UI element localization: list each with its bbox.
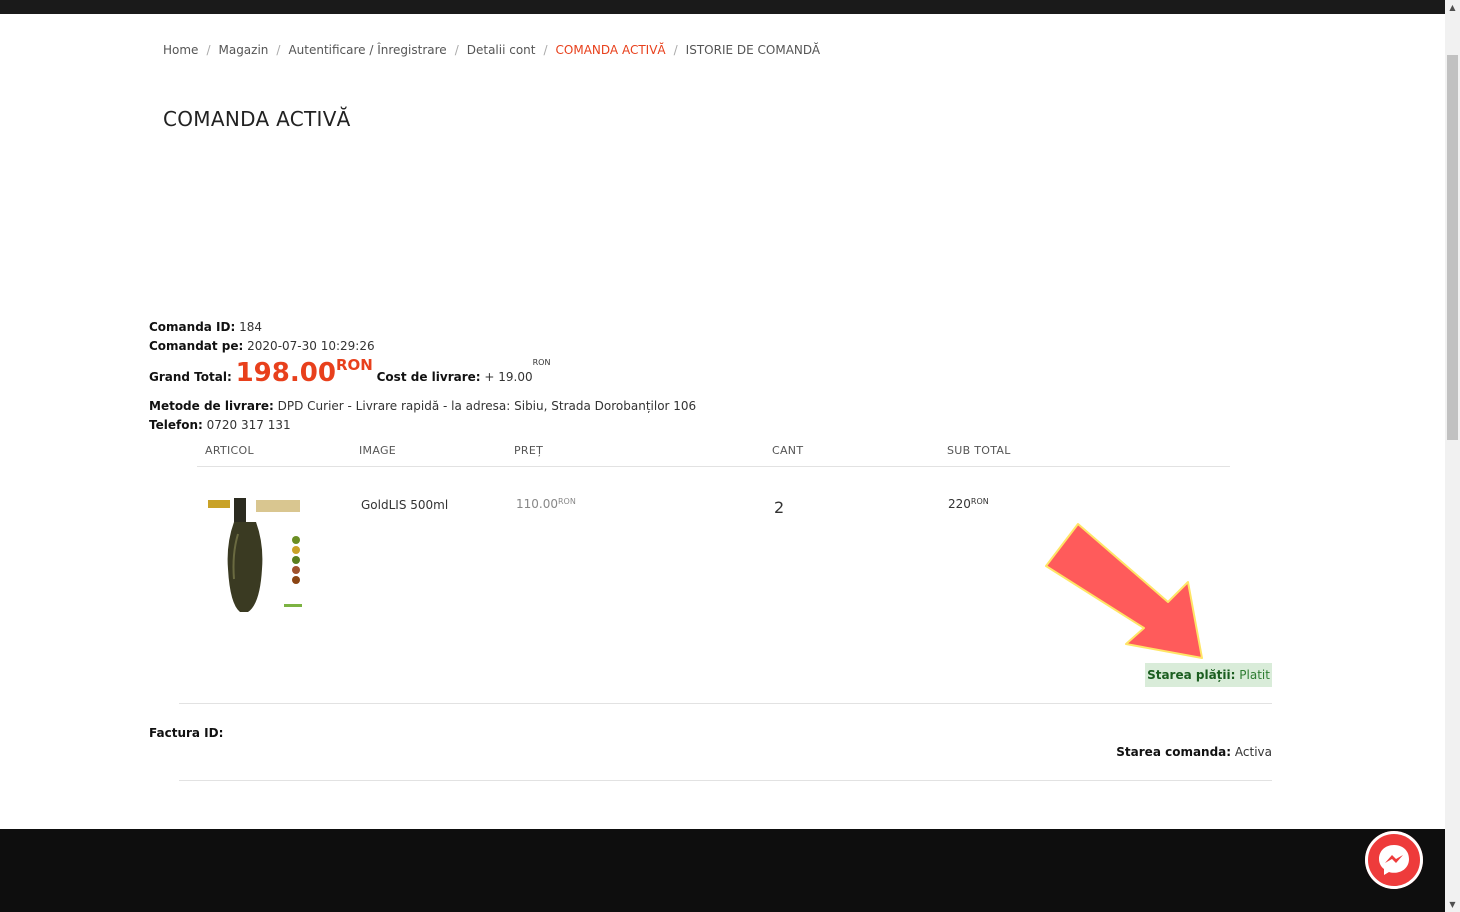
breadcrumb: Home / Magazin / Autentificare / Înregistrar… (163, 43, 820, 57)
shipping-currency: RON (532, 358, 551, 367)
breadcrumb-separator: / (276, 43, 281, 57)
header-image: IMAGE (359, 444, 397, 457)
payment-status-badge: Starea plății: Platit (1145, 663, 1272, 687)
product-image[interactable] (204, 494, 304, 616)
order-status: Starea comanda: Activa (1116, 745, 1272, 759)
divider (179, 780, 1272, 781)
breadcrumb-account[interactable]: Detalii cont (467, 43, 536, 57)
phone-label: Telefon: (149, 418, 203, 432)
phone-value: 0720 317 131 (206, 418, 291, 432)
product-quantity: 2 (774, 498, 785, 517)
top-bar (0, 0, 1445, 14)
footer (0, 829, 1445, 912)
page-title: COMANDA ACTIVĂ (163, 107, 351, 131)
shipping-value: + 19.00 (484, 370, 533, 384)
header-article: ARTICOL (205, 444, 254, 457)
breadcrumb-separator: / (454, 43, 459, 57)
divider (179, 703, 1272, 704)
scroll-up-icon[interactable]: ▲ (1445, 0, 1460, 15)
order-totals: Grand Total: 198.00RON Cost de livrare: … (149, 356, 551, 388)
breadcrumb-separator: / (673, 43, 678, 57)
scroll-down-icon[interactable]: ▼ (1445, 897, 1460, 912)
order-id-value: 184 (239, 320, 263, 334)
header-quantity: CANT (772, 444, 804, 457)
breadcrumb-separator: / (543, 43, 548, 57)
payment-status-label: Starea plății: (1147, 668, 1236, 682)
product-subtotal-currency: RON (970, 497, 989, 506)
grand-total-label: Grand Total: (149, 370, 232, 384)
messenger-chat-button[interactable] (1365, 831, 1423, 889)
red-arrow-annotation (1045, 523, 1203, 659)
product-price: 110.00RON (516, 497, 576, 511)
product-name[interactable]: GoldLIS 500ml (361, 498, 448, 512)
delivery-method: Metode de livrare: DPD Curier - Livrare … (149, 399, 696, 413)
order-status-value: Activa (1234, 745, 1272, 759)
breadcrumb-home[interactable]: Home (163, 43, 198, 57)
breadcrumb-active-order[interactable]: COMANDA ACTIVĂ (556, 43, 666, 57)
delivery-value: DPD Curier - Livrare rapidă - la adresa:… (277, 399, 697, 413)
scroll-thumb[interactable] (1447, 55, 1458, 440)
delivery-label: Metode de livrare: (149, 399, 274, 413)
grand-total-currency: RON (335, 356, 373, 374)
header-price: PREȚ (514, 444, 544, 457)
table-header: ARTICOL IMAGE PREȚ CANT SUB TOTAL (197, 440, 1230, 467)
order-date-label: Comandat pe: (149, 339, 244, 353)
breadcrumb-order-history[interactable]: ISTORIE DE COMANDĂ (686, 43, 820, 57)
order-id-label: Comanda ID: (149, 320, 236, 334)
shipping-label: Cost de livrare: (376, 370, 481, 384)
invoice-id: Factura ID: (149, 726, 223, 740)
page-scrollbar[interactable]: ▲ ▼ (1445, 0, 1460, 912)
header-subtotal: SUB TOTAL (947, 444, 1011, 457)
product-subtotal: 220RON (948, 497, 989, 511)
product-subtotal-value: 220 (948, 497, 971, 511)
order-status-label: Starea comanda: (1116, 745, 1232, 759)
product-price-value: 110.00 (516, 497, 558, 511)
breadcrumb-separator: / (206, 43, 211, 57)
messenger-icon (1366, 832, 1422, 888)
payment-status-value: Platit (1239, 668, 1270, 682)
breadcrumb-shop[interactable]: Magazin (218, 43, 268, 57)
phone: Telefon: 0720 317 131 (149, 418, 291, 432)
order-id: Comanda ID: 184 (149, 320, 262, 334)
grand-total-value: 198.00 (235, 358, 336, 388)
order-date: Comandat pe: 2020-07-30 10:29:26 (149, 339, 375, 353)
product-price-currency: RON (558, 497, 576, 506)
breadcrumb-login[interactable]: Autentificare / Înregistrare (288, 43, 446, 57)
order-date-value: 2020-07-30 10:29:26 (247, 339, 375, 353)
invoice-label: Factura ID: (149, 726, 224, 740)
